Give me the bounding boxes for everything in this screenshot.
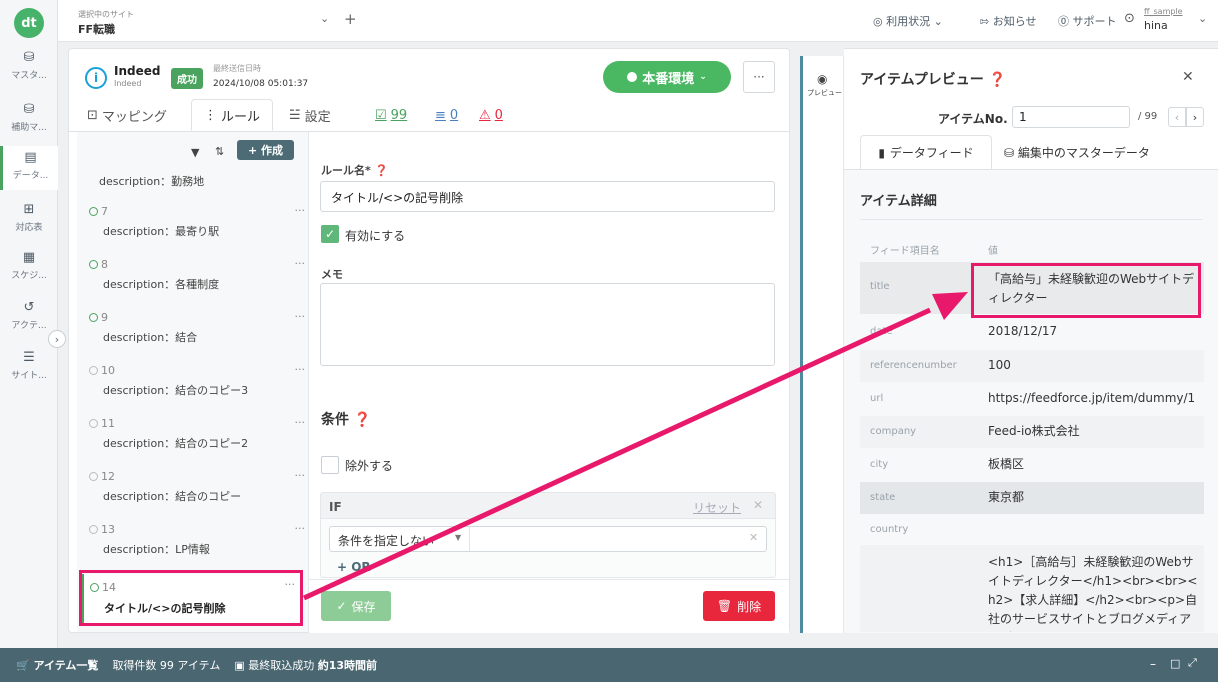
- minimize-icon[interactable]: –: [1150, 657, 1156, 671]
- last-import-value: 約13時間前: [317, 659, 378, 672]
- last-import-label: 最終取込成功: [248, 659, 315, 672]
- window-icon[interactable]: □: [1170, 657, 1180, 670]
- item-list-label: アイテム一覧: [33, 659, 99, 672]
- last-import: ▣ 最終取込成功 約13時間前: [234, 657, 377, 673]
- arrow-line: [302, 307, 932, 601]
- annotation-arrow: [302, 292, 968, 601]
- calendar-icon: ▣: [234, 659, 249, 672]
- arrow-head: [932, 292, 968, 320]
- bottom-bar: 🛒 アイテム一覧 取得件数 99 アイテム ▣ 最終取込成功 約13時間前 – …: [0, 648, 1218, 682]
- expand-icon[interactable]: ⤢: [1188, 656, 1197, 670]
- cart-icon: 🛒: [16, 659, 34, 672]
- fetch-count: 取得件数 99 アイテム: [112, 659, 221, 672]
- item-list-button[interactable]: 🛒 アイテム一覧: [16, 657, 98, 673]
